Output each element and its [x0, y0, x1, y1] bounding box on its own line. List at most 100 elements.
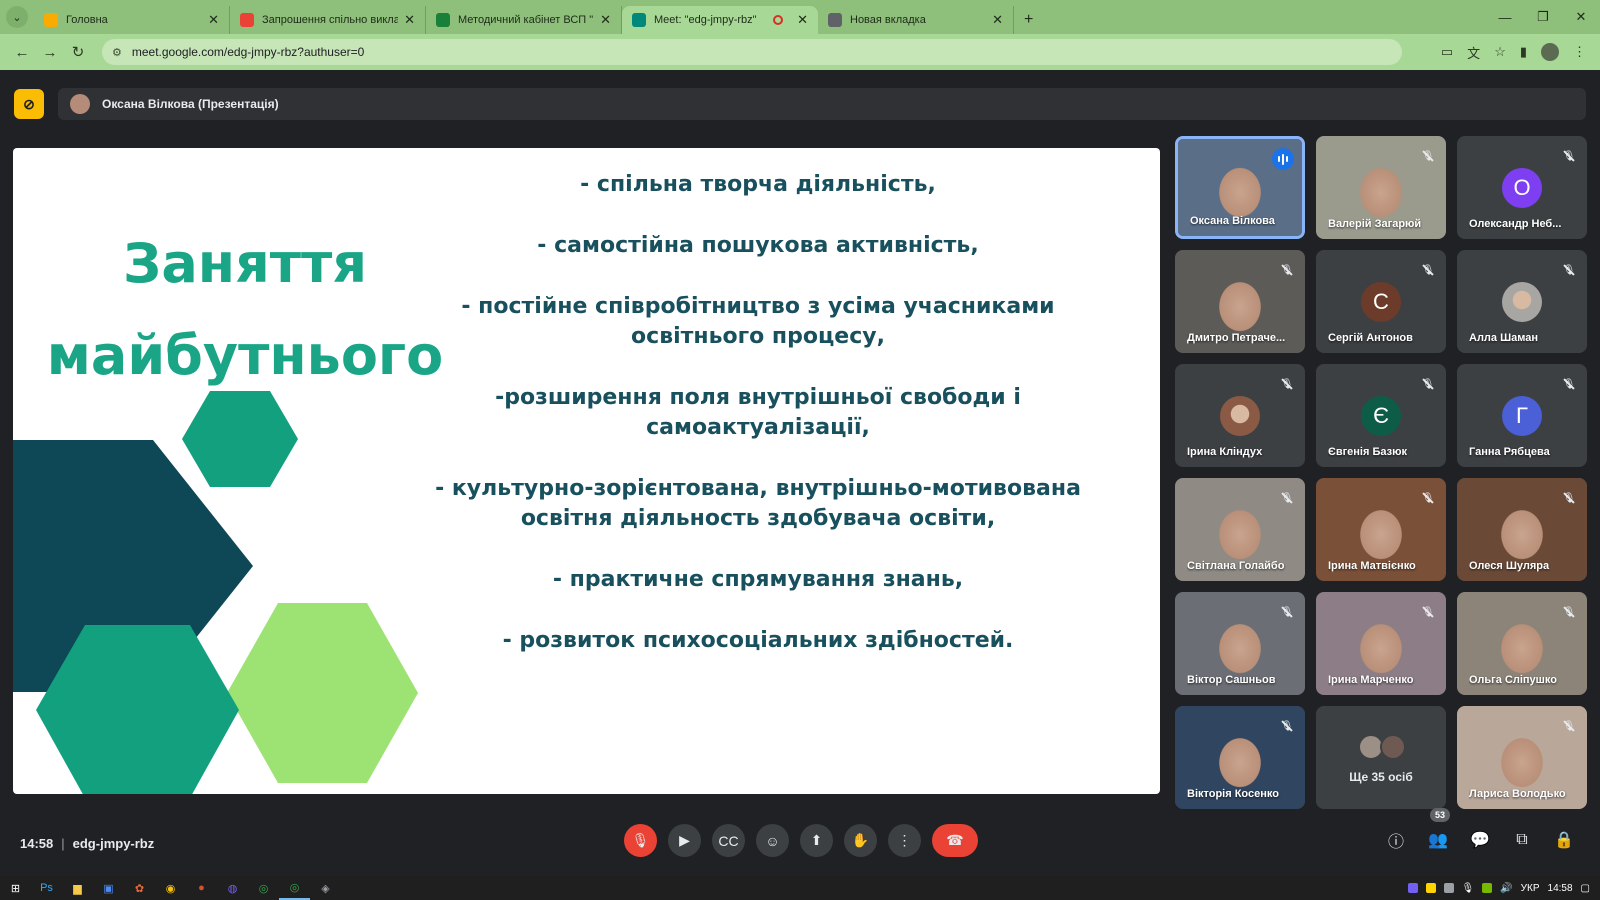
- close-tab-icon[interactable]: ✕: [208, 12, 219, 28]
- emoji-reaction-button[interactable]: ☺: [756, 824, 789, 857]
- notifications-icon[interactable]: ▢: [1581, 883, 1590, 894]
- participant-tile[interactable]: Світлана Голайбо 🎙: [1175, 478, 1305, 581]
- more-options-button[interactable]: ⋮: [888, 824, 921, 857]
- participant-tile[interactable]: Ірина Матвієнко 🎙: [1316, 478, 1446, 581]
- participant-name: Оксана Вілкова: [1190, 215, 1275, 227]
- participant-tile[interactable]: С Сергій Антонов 🎙: [1316, 250, 1446, 353]
- participant-name: Ганна Рябцева: [1469, 446, 1550, 458]
- profile-avatar[interactable]: [1541, 43, 1559, 61]
- participant-tile[interactable]: Алла Шаман 🎙: [1457, 250, 1587, 353]
- side-panel-icon[interactable]: ▮: [1520, 44, 1527, 60]
- start-icon[interactable]: ⊞: [0, 876, 31, 900]
- volume-icon[interactable]: 🔊: [1500, 883, 1512, 894]
- participant-name: Ірина Кліндух: [1187, 446, 1263, 458]
- viber-icon[interactable]: ◍: [217, 876, 248, 900]
- flag-tray-icon[interactable]: [1425, 883, 1436, 893]
- browser-menu-icon[interactable]: ⋮: [1573, 44, 1586, 60]
- stop-presenting-icon[interactable]: ⊘: [14, 89, 44, 119]
- close-tab-icon[interactable]: ✕: [600, 12, 611, 28]
- mic-off-icon: 🎙: [1561, 604, 1577, 620]
- powerpoint-icon[interactable]: ●: [186, 876, 217, 900]
- captions-button[interactable]: CC: [712, 824, 745, 857]
- network-tray-icon[interactable]: [1443, 883, 1454, 893]
- participant-tile[interactable]: Ольга Сліпушко 🎙: [1457, 592, 1587, 695]
- participant-tile[interactable]: Вікторія Косенко 🎙: [1175, 706, 1305, 809]
- participant-tile[interactable]: Ще 35 осіб: [1316, 706, 1446, 809]
- browser-tab[interactable]: Головна ✕: [34, 6, 230, 34]
- slide-bullet: - постійне співробітництво з усіма учасн…: [461, 294, 1055, 349]
- mic-off-icon: 🎙: [1561, 490, 1577, 506]
- host-controls-icon[interactable]: 🔒: [1554, 830, 1574, 850]
- close-tab-icon[interactable]: ✕: [404, 12, 415, 28]
- photoshop-icon[interactable]: Ps: [31, 876, 62, 900]
- microphone-tray-icon[interactable]: 🎙: [1462, 883, 1475, 894]
- participant-name: Сергій Антонов: [1328, 332, 1413, 344]
- participant-tile[interactable]: О Олександр Неб... 🎙: [1457, 136, 1587, 239]
- participant-tile[interactable]: Віктор Сашньов 🎙: [1175, 592, 1305, 695]
- file-explorer-icon[interactable]: ▆: [62, 876, 93, 900]
- app-icon[interactable]: ✿: [124, 876, 155, 900]
- language-indicator[interactable]: УКР: [1521, 883, 1540, 894]
- reload-icon[interactable]: ↻: [64, 43, 92, 61]
- participant-tile[interactable]: Ірина Марченко 🎙: [1316, 592, 1446, 695]
- address-bar[interactable]: ⚙ meet.google.com/edg-jmpy-rbz?authuser=…: [102, 39, 1402, 65]
- meeting-details-icon[interactable]: ⓘ: [1386, 830, 1406, 851]
- close-window-icon[interactable]: ✕: [1562, 0, 1600, 34]
- app-icon[interactable]: ◈: [310, 876, 341, 900]
- participant-tile[interactable]: Є Євгенія Базюк 🎙: [1316, 364, 1446, 467]
- save-disk-icon[interactable]: ▣: [93, 876, 124, 900]
- chrome-icon[interactable]: ◎: [248, 876, 279, 900]
- side-controls: ⓘ 👥 53 💬 ⧉ 🔒: [1386, 808, 1574, 851]
- participant-tile[interactable]: Олеся Шуляра 🎙: [1457, 478, 1587, 581]
- mic-off-icon: 🎙: [1420, 490, 1436, 506]
- people-button[interactable]: 👥 53: [1428, 808, 1451, 850]
- close-tab-icon[interactable]: ✕: [797, 12, 808, 28]
- chat-icon[interactable]: 💬: [1470, 830, 1490, 850]
- new-tab-button[interactable]: +: [1024, 11, 1033, 29]
- site-info-icon[interactable]: ⚙: [112, 46, 122, 59]
- participant-tile[interactable]: Г Ганна Рябцева 🎙: [1457, 364, 1587, 467]
- taskbar-clock[interactable]: 14:58: [1548, 883, 1573, 894]
- browser-tab[interactable]: Запрошення спільно виклад ✕: [230, 6, 426, 34]
- browser-tab[interactable]: Новая вкладка ✕: [818, 6, 1014, 34]
- participant-tile[interactable]: Ірина Кліндух 🎙: [1175, 364, 1305, 467]
- nvidia-tray-icon[interactable]: [1482, 883, 1493, 893]
- favicon-icon: [240, 13, 254, 27]
- restore-icon[interactable]: ❐: [1524, 0, 1562, 34]
- tab-search-icon[interactable]: ⌄: [6, 6, 28, 28]
- participant-tile[interactable]: Валерій Загарюй 🎙: [1316, 136, 1446, 239]
- browser-tab[interactable]: Методичний кабінет ВСП "ГА ✕: [426, 6, 622, 34]
- speaking-indicator-icon: [1272, 148, 1294, 170]
- avatar: [1502, 282, 1542, 322]
- raise-hand-button[interactable]: ✋: [844, 824, 877, 857]
- back-icon[interactable]: ←: [8, 44, 36, 61]
- window-controls: — ❐ ✕: [1486, 0, 1600, 34]
- shared-slide: Заняття майбутнього - спільна творча дія…: [13, 148, 1160, 794]
- translate-icon[interactable]: 文: [1467, 43, 1480, 62]
- camera-button[interactable]: ▶: [668, 824, 701, 857]
- close-tab-icon[interactable]: ✕: [992, 12, 1003, 28]
- browser-toolbar: ← → ↻ ⚙ meet.google.com/edg-jmpy-rbz?aut…: [0, 34, 1600, 70]
- bookmark-star-icon[interactable]: ☆: [1494, 44, 1506, 60]
- participant-tile[interactable]: Лариса Володько 🎙: [1457, 706, 1587, 809]
- microphone-off-button[interactable]: 🎙: [624, 824, 657, 857]
- mic-off-icon: 🎙: [1561, 718, 1577, 734]
- chrome-icon[interactable]: ◎: [279, 876, 310, 900]
- mic-off-icon: 🎙: [1279, 490, 1295, 506]
- presentation-bar: ⊘ Оксана Вілкова (Презентація): [14, 88, 1586, 120]
- browser-tab[interactable]: Meet: "edg-jmpy-rbz" ✕: [622, 6, 818, 34]
- app-icon[interactable]: ◉: [155, 876, 186, 900]
- forward-icon[interactable]: →: [36, 44, 64, 61]
- viber-tray-icon[interactable]: [1407, 883, 1418, 893]
- browser-tab-strip: ⌄ Головна ✕ Запрошення спільно виклад ✕ Мето…: [0, 0, 1600, 34]
- camera-icon[interactable]: ▭: [1441, 44, 1453, 60]
- minimize-icon[interactable]: —: [1486, 0, 1524, 34]
- mic-off-icon: 🎙: [1420, 604, 1436, 620]
- participant-tile[interactable]: Оксана Вілкова: [1175, 136, 1305, 239]
- activities-icon[interactable]: ⧉: [1512, 830, 1532, 850]
- tab-title: Запрошення спільно виклад: [262, 14, 399, 26]
- present-screen-button[interactable]: ⬆: [800, 824, 833, 857]
- mic-off-icon: 🎙: [1561, 376, 1577, 392]
- leave-call-button[interactable]: ☎: [932, 824, 978, 857]
- participant-tile[interactable]: Дмитро Петраче... 🎙: [1175, 250, 1305, 353]
